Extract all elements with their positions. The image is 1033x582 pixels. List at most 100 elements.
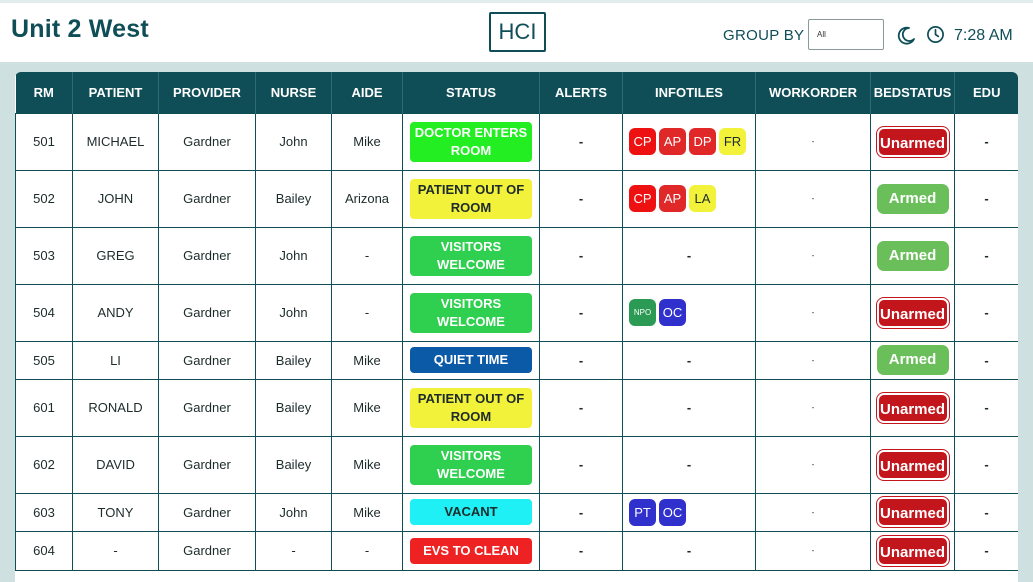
col-header-nurse[interactable]: NURSE — [255, 72, 332, 113]
infotile-oc[interactable]: OC — [659, 498, 686, 526]
edu-cell: - — [954, 226, 1018, 285]
col-header-edu[interactable]: EDU — [954, 72, 1018, 113]
bed-status-badge[interactable]: Armed — [876, 345, 949, 375]
patient-name: JOHN — [72, 169, 159, 228]
alerts-cell: - — [539, 378, 623, 437]
status-cell: DOCTOR ENTERS ROOM — [402, 112, 540, 171]
bedstatus-cell: Armed — [870, 340, 955, 380]
room-number: 502 — [15, 169, 73, 228]
infotile-oc[interactable]: OC — [659, 299, 686, 326]
status-cell: PATIENT OUT OF ROOM — [402, 378, 540, 437]
bedstatus-cell: Unarmed — [870, 112, 955, 171]
current-time: 7:28 AM — [954, 27, 1013, 44]
provider-name: Gardner — [158, 435, 256, 494]
bed-status-badge[interactable]: Unarmed — [876, 392, 949, 423]
table-row[interactable]: 502 JOHN Gardner Bailey Arizona PATIENT OUT O… — [15, 169, 1018, 228]
room-number: 602 — [15, 435, 73, 494]
status-badge[interactable]: VISITORS WELCOME — [410, 444, 532, 485]
col-header-infotiles[interactable]: INFOTILES — [622, 72, 756, 113]
status-cell: VISITORS WELCOME — [402, 435, 540, 494]
infotiles-cell: - — [622, 435, 756, 494]
col-header-bedstatus[interactable]: BEDSTATUS — [870, 72, 955, 113]
nurse-name: - — [255, 530, 332, 571]
bed-status-badge[interactable]: Unarmed — [876, 297, 949, 328]
status-badge[interactable]: QUIET TIME — [410, 347, 532, 373]
moon-icon[interactable] — [896, 26, 916, 46]
status-badge[interactable]: PATIENT OUT OF ROOM — [410, 387, 532, 428]
room-number: 504 — [15, 283, 73, 342]
infotile-la[interactable]: LA — [689, 185, 716, 212]
nurse-name: Bailey — [255, 340, 332, 380]
nurse-name: Bailey — [255, 435, 332, 494]
col-header-status[interactable]: STATUS — [402, 72, 540, 113]
provider-name: Gardner — [158, 340, 256, 380]
workorder-cell: - — [755, 169, 871, 228]
infotile-ap[interactable]: AP — [659, 185, 686, 212]
col-header-provider[interactable]: PROVIDER — [158, 72, 256, 113]
hci-logo: HCI — [489, 12, 546, 52]
infotiles-cell: - — [622, 530, 756, 571]
status-badge[interactable]: VISITORS WELCOME — [410, 235, 532, 276]
room-number: 501 — [15, 112, 73, 171]
alerts-cell: - — [539, 169, 623, 228]
col-header-aide[interactable]: AIDE — [331, 72, 403, 113]
table-row[interactable]: 504 ANDY Gardner John - VISITORS WELCOME - NPO O… — [15, 283, 1018, 342]
table-row[interactable]: 503 GREG Gardner John - VISITORS WELCOME - - - Ar… — [15, 226, 1018, 285]
bedstatus-cell: Unarmed — [870, 435, 955, 494]
table-row[interactable]: 505 LI Gardner Bailey Mike QUIET TIME - - - Armed… — [15, 340, 1018, 380]
status-badge[interactable]: EVS TO CLEAN — [410, 537, 532, 564]
infotile-dp[interactable]: DP — [689, 128, 716, 155]
infotile-npo[interactable]: NPO — [629, 299, 656, 326]
infotile-pt[interactable]: PT — [629, 498, 656, 526]
infotile-cp[interactable]: CP — [629, 128, 656, 155]
table-row[interactable]: 603 TONY Gardner John Mike VACANT - PT OC - Unarme… — [15, 492, 1018, 532]
infotiles-cell: PT OC — [622, 492, 756, 532]
bed-status-badge[interactable]: Unarmed — [876, 535, 949, 566]
bed-status-badge[interactable]: Armed — [876, 183, 949, 214]
table-row[interactable]: 602 DAVID Gardner Bailey Mike VISITORS WELCOM… — [15, 435, 1018, 494]
aide-name: - — [331, 283, 403, 342]
nurse-name: John — [255, 226, 332, 285]
bed-status-badge[interactable]: Unarmed — [876, 449, 949, 480]
group-by-select[interactable]: All — [808, 19, 884, 50]
aide-name: Mike — [331, 378, 403, 437]
aide-name: Mike — [331, 112, 403, 171]
col-header-rm[interactable]: RM — [15, 72, 73, 113]
status-badge[interactable]: DOCTOR ENTERS ROOM — [410, 121, 532, 162]
status-badge[interactable]: VACANT — [410, 499, 532, 525]
col-header-alerts[interactable]: ALERTS — [539, 72, 623, 113]
status-badge[interactable]: PATIENT OUT OF ROOM — [410, 178, 532, 219]
edu-cell: - — [954, 378, 1018, 437]
bed-status-badge[interactable]: Unarmed — [876, 126, 949, 157]
aide-name: Mike — [331, 435, 403, 494]
infotiles-cell: CP AP LA — [622, 169, 756, 228]
status-cell: VACANT — [402, 492, 540, 532]
nurse-name: Bailey — [255, 169, 332, 228]
table-row[interactable]: 604- Gardner - - EVS TO CLEAN - - - Unarmed - — [15, 530, 1018, 571]
alerts-cell: - — [539, 112, 623, 171]
status-cell: VISITORS WELCOME — [402, 226, 540, 285]
nurse-name: John — [255, 112, 332, 171]
table-row[interactable]: 501 MICHAEL Gardner John Mike DOCTOR ENTERS R… — [15, 112, 1018, 171]
bed-status-badge[interactable]: Unarmed — [876, 497, 949, 527]
edu-cell: - — [954, 169, 1018, 228]
bedstatus-cell: Unarmed — [870, 378, 955, 437]
infotile-fr[interactable]: FR — [719, 128, 746, 155]
alerts-cell: - — [539, 226, 623, 285]
table-row[interactable]: 601 RONALD Gardner Bailey Mike PATIENT OUT OF… — [15, 378, 1018, 437]
infotile-ap[interactable]: AP — [659, 128, 686, 155]
patient-table: RM PATIENT PROVIDER NURSE AIDE STATUS AL… — [15, 72, 1018, 571]
provider-name: Gardner — [158, 378, 256, 437]
patient-name: GREG — [72, 226, 159, 285]
patient-name: DAVID — [72, 435, 159, 494]
col-header-patient[interactable]: PATIENT — [72, 72, 159, 113]
status-badge[interactable]: VISITORS WELCOME — [410, 292, 532, 333]
status-cell: EVS TO CLEAN — [402, 530, 540, 571]
infotile-cp[interactable]: CP — [629, 185, 656, 212]
bedstatus-cell: Unarmed — [870, 530, 955, 571]
unit-title: Unit 2 West — [11, 15, 149, 43]
bed-status-badge[interactable]: Armed — [876, 240, 949, 271]
patient-name: LI — [72, 340, 159, 380]
aide-name: Arizona — [331, 169, 403, 228]
col-header-workorder[interactable]: WORKORDER — [755, 72, 871, 113]
